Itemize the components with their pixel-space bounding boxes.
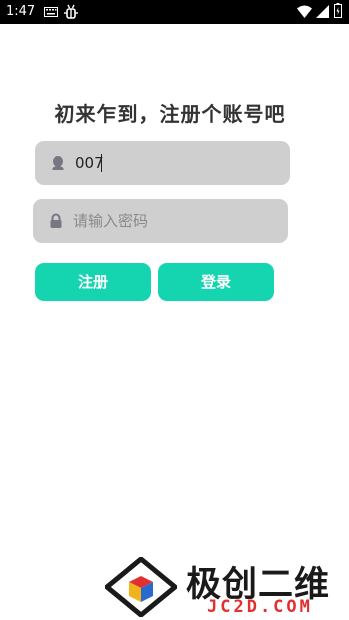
text-caret [101,154,102,172]
keyboard-icon [44,7,58,17]
user-icon [52,156,64,170]
battery-icon [334,3,342,18]
page-title: 初来乍到，注册个账号吧 [54,102,286,126]
status-bar: 1:47 [0,0,349,24]
account-input[interactable] [75,141,275,185]
watermark-name-en: JC2D.COM [207,597,313,617]
bug-icon [64,4,78,19]
password-field[interactable] [33,199,288,243]
wifi-icon [297,5,312,18]
register-button[interactable]: 注册 [35,263,151,301]
cube-logo-icon [105,557,177,617]
status-time: 1:47 [6,4,36,19]
account-field[interactable] [35,141,290,185]
signal-icon [316,5,329,18]
password-input[interactable] [73,199,273,243]
login-button[interactable]: 登录 [158,263,274,301]
lock-icon [50,213,62,228]
